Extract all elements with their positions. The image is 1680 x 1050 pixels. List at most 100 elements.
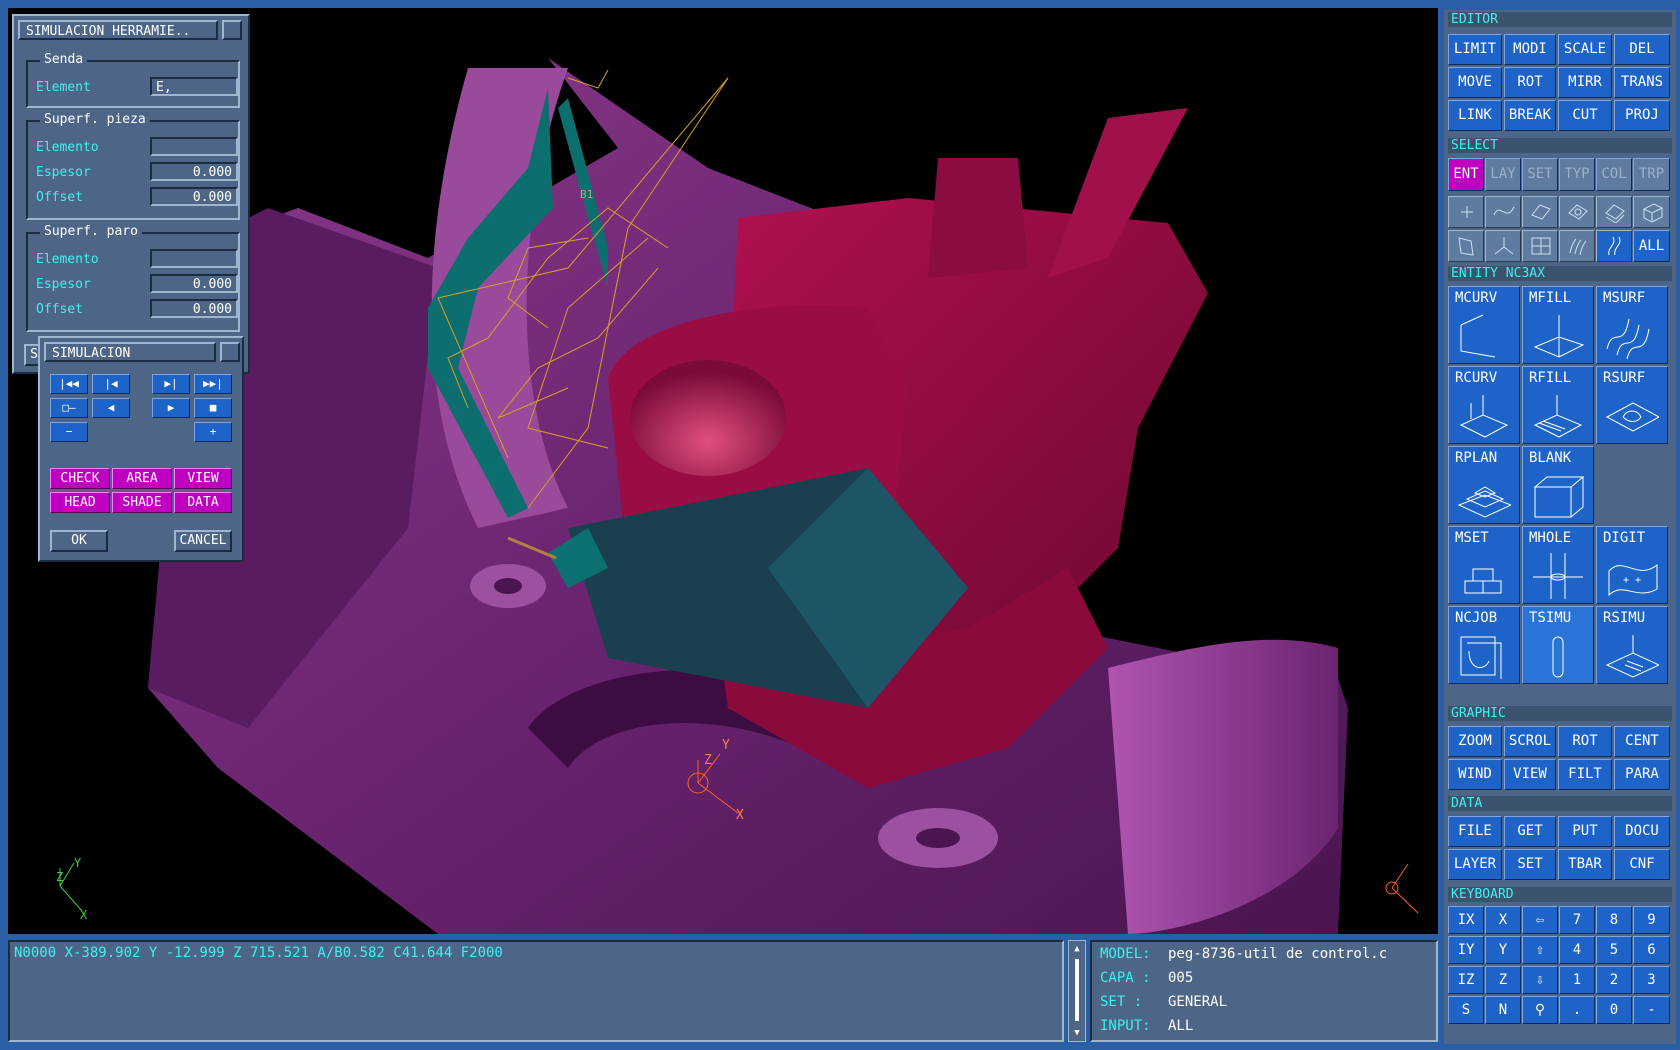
editor-rot-button[interactable]: ROT [1504, 67, 1556, 98]
key-2[interactable]: 2 [1596, 966, 1632, 994]
graphic-filt-button[interactable]: FILT [1558, 759, 1612, 790]
paro-espesor-input[interactable]: 0.000 [150, 274, 238, 293]
entity-digit-button[interactable]: DIGIT + + [1596, 526, 1668, 604]
sim-minus-button[interactable]: − [50, 422, 88, 442]
select-col-button[interactable]: COL [1596, 158, 1632, 191]
filter-face-button[interactable] [1448, 230, 1484, 262]
key-y[interactable]: Y [1485, 936, 1521, 964]
key-minus[interactable]: - [1633, 996, 1670, 1024]
key-iy[interactable]: IY [1448, 936, 1484, 964]
senda-element-input[interactable]: E, [150, 77, 238, 96]
filter-all-button[interactable]: ALL [1633, 230, 1670, 262]
sim-first-button[interactable]: |◀◀ [50, 374, 88, 394]
data-file-button[interactable]: FILE [1448, 816, 1502, 847]
graphic-wind-button[interactable]: WIND [1448, 759, 1502, 790]
graphic-scrol-button[interactable]: SCROL [1504, 726, 1556, 757]
data-get-button[interactable]: GET [1504, 816, 1556, 847]
graphic-rot-button[interactable]: ROT [1558, 726, 1612, 757]
entity-msurf-button[interactable]: MSURF [1596, 286, 1668, 364]
graphic-view-button[interactable]: VIEW [1504, 759, 1556, 790]
key-0[interactable]: 0 [1596, 996, 1632, 1024]
sim-stop-button[interactable]: ■ [194, 398, 232, 418]
pieza-espesor-input[interactable]: 0.000 [150, 162, 238, 181]
editor-link-button[interactable]: LINK [1448, 100, 1502, 131]
entity-rsurf-button[interactable]: RSURF [1596, 366, 1668, 444]
entity-rcurv-button[interactable]: RCURV [1448, 366, 1520, 444]
entity-ncjob-button[interactable]: NCJOB [1448, 606, 1520, 684]
editor-cut-button[interactable]: CUT [1558, 100, 1612, 131]
key-x[interactable]: X [1485, 906, 1521, 934]
scroll-up-arrow[interactable]: ▲ [1071, 943, 1083, 955]
key-down-arrow[interactable]: ⇩ [1522, 966, 1558, 994]
tool-dialog-title[interactable]: SIMULACION HERRAMIE.. [18, 20, 218, 40]
data-cnf-button[interactable]: CNF [1614, 849, 1670, 880]
sim-last-button[interactable]: ▶▶| [194, 374, 232, 394]
sim-shade-button[interactable]: SHADE [112, 492, 172, 513]
pieza-elemento-input[interactable] [150, 137, 238, 156]
filter-toolpath-button[interactable] [1596, 230, 1632, 262]
data-layer-button[interactable]: LAYER [1448, 849, 1502, 880]
scroll-thumb[interactable] [1075, 959, 1079, 1021]
filter-solid-button[interactable] [1633, 196, 1670, 228]
filter-hole-button[interactable] [1559, 196, 1595, 228]
sim-dialog-close[interactable] [220, 342, 240, 362]
key-iz[interactable]: IZ [1448, 966, 1484, 994]
sim-ok-button[interactable]: OK [50, 530, 108, 552]
command-scrollbar[interactable]: ▲ ▼ [1068, 940, 1086, 1042]
sim-dialog-title[interactable]: SIMULACION [44, 342, 216, 362]
key-ix[interactable]: IX [1448, 906, 1484, 934]
filter-mesh-button[interactable] [1559, 230, 1595, 262]
data-docu-button[interactable]: DOCU [1614, 816, 1670, 847]
sim-prev-button[interactable]: |◀ [92, 374, 130, 394]
sim-play-button[interactable]: ▶ [152, 398, 190, 418]
filter-curve-button[interactable] [1485, 196, 1521, 228]
pieza-offset-input[interactable]: 0.000 [150, 187, 238, 206]
editor-trans-button[interactable]: TRANS [1614, 67, 1670, 98]
entity-mcurv-button[interactable]: MCURV [1448, 286, 1520, 364]
filter-axis-button[interactable] [1485, 230, 1521, 262]
graphic-para-button[interactable]: PARA [1614, 759, 1670, 790]
paro-elemento-input[interactable] [150, 249, 238, 268]
sim-view-button[interactable]: VIEW [174, 468, 232, 489]
key-up-arrow[interactable]: ⇧ [1522, 936, 1558, 964]
key-left-arrow[interactable]: ⇦ [1522, 906, 1558, 934]
sim-head-button[interactable]: HEAD [50, 492, 110, 513]
sim-back-button[interactable]: ◀ [92, 398, 130, 418]
select-lay-button[interactable]: LAY [1485, 158, 1521, 191]
key-8[interactable]: 8 [1596, 906, 1632, 934]
sim-cancel-button[interactable]: CANCEL [174, 530, 232, 552]
sim-area-button[interactable]: AREA [112, 468, 172, 489]
graphic-cent-button[interactable]: CENT [1614, 726, 1670, 757]
graphic-zoom-button[interactable]: ZOOM [1448, 726, 1502, 757]
filter-surface-button[interactable] [1522, 196, 1558, 228]
key-1[interactable]: 1 [1559, 966, 1595, 994]
key-pick[interactable]: ⚲ [1522, 996, 1558, 1024]
key-z[interactable]: Z [1485, 966, 1521, 994]
editor-scale-button[interactable]: SCALE [1558, 34, 1612, 65]
sim-check-button[interactable]: CHECK [50, 468, 110, 489]
entity-mfill-button[interactable]: MFILL [1522, 286, 1594, 364]
editor-mirr-button[interactable]: MIRR [1558, 67, 1612, 98]
editor-limit-button[interactable]: LIMIT [1448, 34, 1502, 65]
key-3[interactable]: 3 [1633, 966, 1670, 994]
paro-offset-input[interactable]: 0.000 [150, 299, 238, 318]
entity-rfill-button[interactable]: RFILL [1522, 366, 1594, 444]
editor-modi-button[interactable]: MODI [1504, 34, 1556, 65]
editor-proj-button[interactable]: PROJ [1614, 100, 1670, 131]
filter-point-button[interactable] [1448, 196, 1484, 228]
filter-grid-button[interactable] [1522, 230, 1558, 262]
editor-break-button[interactable]: BREAK [1504, 100, 1556, 131]
scroll-down-arrow[interactable]: ▼ [1071, 1027, 1083, 1039]
editor-del-button[interactable]: DEL [1614, 34, 1670, 65]
select-typ-button[interactable]: TYP [1559, 158, 1595, 191]
entity-rsimu-button[interactable]: RSIMU [1596, 606, 1668, 684]
data-set-button[interactable]: SET [1504, 849, 1556, 880]
key-5[interactable]: 5 [1596, 936, 1632, 964]
data-put-button[interactable]: PUT [1558, 816, 1612, 847]
key-s[interactable]: S [1448, 996, 1484, 1024]
command-line-area[interactable]: N0000 X-389.902 Y -12.999 Z 715.521 A/B0… [8, 940, 1064, 1042]
key-n[interactable]: N [1485, 996, 1521, 1024]
editor-move-button[interactable]: MOVE [1448, 67, 1502, 98]
sim-data-button[interactable]: DATA [174, 492, 232, 513]
sim-slider-button[interactable]: □— [50, 398, 88, 418]
